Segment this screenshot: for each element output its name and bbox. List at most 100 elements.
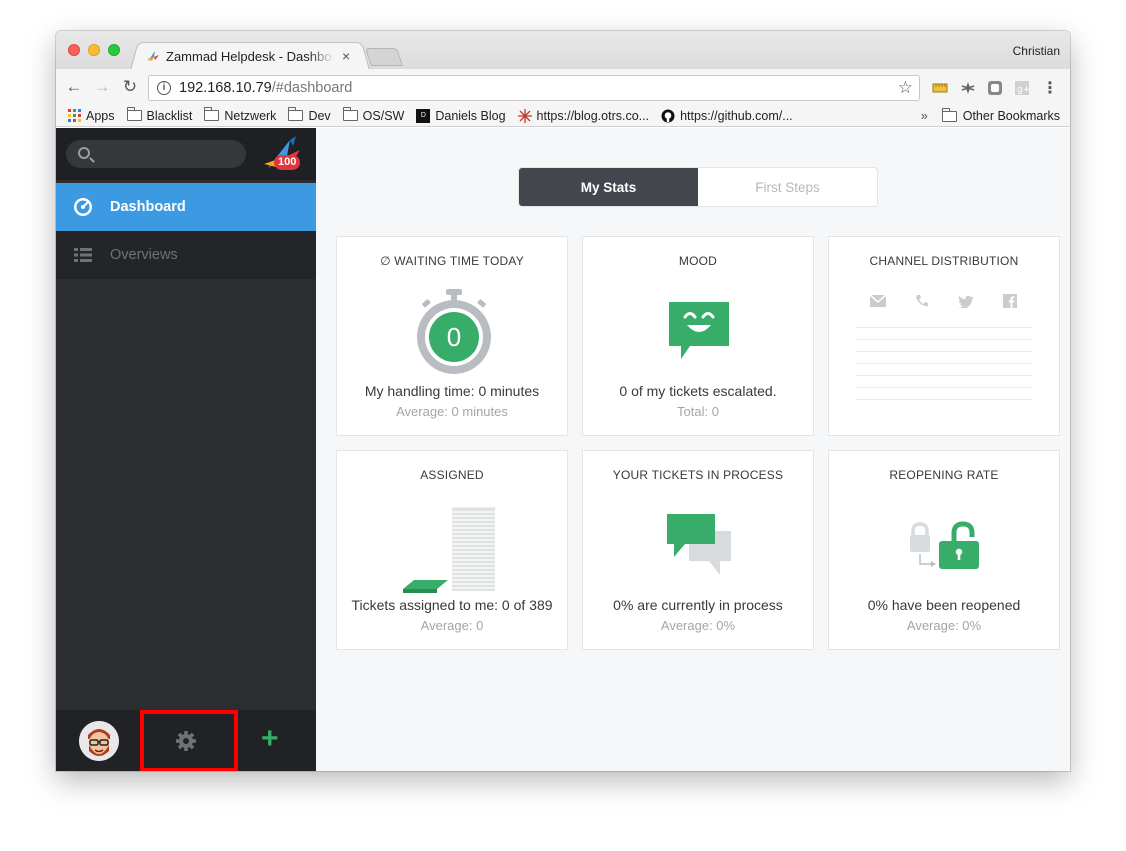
url-path: /#dashboard [271, 80, 353, 96]
stat-card-channel-distribution: CHANNEL DISTRIBUTION [828, 236, 1060, 436]
search-icon [78, 147, 90, 159]
card-sub-text: Average: 0 minutes [396, 404, 508, 419]
sidebar: 100 Dashboard Overviews + [56, 128, 316, 771]
card-title: REOPENING RATE [889, 468, 999, 482]
twitter-icon [958, 295, 974, 308]
card-sub-text: Average: 0 [420, 618, 484, 633]
bookmark-label: Netzwerk [224, 108, 277, 123]
folder-icon [126, 107, 142, 121]
new-ticket-plus-icon[interactable]: + [261, 724, 279, 754]
card-sub-text: Average: 0% [906, 618, 982, 633]
bookmarks-overflow-icon[interactable]: » [921, 109, 928, 123]
dashboard-tabs: My Stats First Steps [518, 167, 878, 207]
card-main-text: My handling time: 0 minutes [364, 383, 540, 399]
folder-icon [288, 107, 304, 121]
bookmark-dev[interactable]: Dev [288, 107, 331, 123]
zoom-window-button[interactable] [108, 44, 120, 56]
other-bookmarks[interactable]: Other Bookmarks [963, 109, 1060, 123]
minimize-window-button[interactable] [88, 44, 100, 56]
conversation-icon [667, 514, 731, 575]
extension-shield-icon[interactable] [987, 80, 1003, 96]
stat-card-waiting-time: ∅ WAITING TIME TODAY 0 My handling time:… [336, 236, 568, 436]
site-info-icon[interactable]: i [157, 81, 171, 95]
reopen-lock-icon [910, 521, 979, 569]
avatar-face-icon [79, 721, 119, 761]
bookmark-label: Daniels Blog [435, 108, 506, 123]
forward-icon[interactable]: → [92, 77, 112, 97]
blog-favicon-icon: D [416, 108, 431, 123]
bookmark-label: Apps [86, 108, 115, 123]
new-tab-button[interactable] [365, 48, 403, 66]
address-bar[interactable]: i 192.168.10.79 /#dashboard ☆ [148, 75, 920, 101]
folder-icon [342, 107, 358, 121]
apps-grid-icon [68, 109, 81, 122]
folder-icon [204, 107, 220, 121]
sidebar-item-dashboard[interactable]: Dashboard [56, 183, 316, 231]
close-window-button[interactable] [68, 44, 80, 56]
avatar[interactable] [79, 721, 119, 761]
bookmark-star-icon[interactable]: ☆ [898, 78, 913, 98]
folder-icon [941, 107, 957, 122]
svg-text:g+: g+ [1017, 85, 1030, 95]
tab-first-steps[interactable]: First Steps [698, 168, 877, 206]
github-icon [661, 109, 675, 122]
card-title: CHANNEL DISTRIBUTION [869, 254, 1019, 268]
bookmark-blacklist[interactable]: Blacklist [126, 107, 193, 123]
browser-tab-content[interactable]: Zammad Helpdesk - Dashboard × [146, 46, 350, 66]
sidebar-item-overviews[interactable]: Overviews [56, 231, 316, 279]
card-title: YOUR TICKETS IN PROCESS [612, 468, 784, 482]
reload-icon[interactable]: ↻ [120, 77, 140, 97]
card-main-text: 0% have been reopened [867, 597, 1021, 613]
bookmark-netzwerk[interactable]: Netzwerk [204, 107, 277, 123]
close-tab-icon[interactable]: × [342, 48, 350, 64]
sidebar-item-label: Overviews [110, 247, 178, 263]
url-host: 192.168.10.79 [179, 80, 272, 96]
bookmark-label: Blacklist [146, 108, 193, 123]
channel-distribution-lines [856, 327, 1032, 401]
tab-my-stats[interactable]: My Stats [519, 168, 698, 206]
list-icon [74, 248, 92, 262]
extension-ruler-icon[interactable] [932, 80, 948, 96]
bookmark-otrs-blog[interactable]: https://blog.otrs.co... [517, 108, 650, 123]
stat-card-tickets-in-process: YOUR TICKETS IN PROCESS 0% are currently… [582, 450, 814, 650]
gear-icon[interactable] [175, 730, 197, 752]
email-icon [870, 295, 886, 307]
mood-chat-icon [669, 302, 729, 359]
waiting-time-value: 0 [446, 322, 462, 352]
card-title: MOOD [678, 254, 718, 268]
bookmark-github[interactable]: https://github.com/... [661, 109, 793, 123]
stat-card-assigned: ASSIGNED Tickets assigned to me: 0 of 38… [336, 450, 568, 650]
ticket-stack-icon [403, 507, 497, 593]
bookmark-daniels-blog[interactable]: D Daniels Blog [416, 108, 506, 123]
notification-badge[interactable]: 100 [274, 155, 301, 170]
bookmark-label: https://github.com/... [680, 108, 793, 123]
bookmark-apps[interactable]: Apps [68, 109, 115, 123]
stat-card-reopening-rate: REOPENING RATE 0% have been reopened Ave… [828, 450, 1060, 650]
bookmarks-bar: Apps Blacklist Netzwerk Dev OS/SW D Dani… [56, 105, 1070, 127]
bookmark-os-sw[interactable]: OS/SW [342, 107, 405, 123]
phone-icon [916, 295, 928, 307]
tab-title: Zammad Helpdesk - Dashboard [166, 48, 334, 64]
browser-toolbar: ← → ↻ i 192.168.10.79 /#dashboard ☆ g+ ⋮ [56, 69, 1070, 105]
back-icon[interactable]: ← [64, 77, 84, 97]
browser-window: Zammad Helpdesk - Dashboard × Christian … [56, 31, 1070, 771]
extension-google-icon[interactable]: g+ [1014, 80, 1030, 96]
browser-titlebar: Zammad Helpdesk - Dashboard × Christian [56, 31, 1070, 70]
dashboard-icon [74, 198, 92, 216]
browser-menu-icon[interactable]: ⋮ [1042, 78, 1058, 98]
card-sub-text: Average: 0% [660, 618, 736, 633]
card-title: ASSIGNED [420, 468, 484, 482]
sidebar-item-label: Dashboard [110, 199, 186, 215]
card-sub-text: Total: 0 [677, 404, 719, 419]
zammad-app: 100 Dashboard Overviews + My Stats First… [56, 128, 1070, 771]
extension-fly-icon[interactable] [960, 80, 976, 96]
profile-name[interactable]: Christian [1013, 44, 1060, 58]
card-main-text: 0% are currently in process [613, 597, 783, 613]
sidebar-search-row: 100 [56, 128, 316, 180]
bookmark-label: https://blog.otrs.co... [536, 108, 650, 123]
zammad-favicon-icon [147, 51, 159, 61]
search-input[interactable] [66, 140, 246, 168]
bookmark-label: Dev [308, 108, 331, 123]
bookmark-label: OS/SW [362, 108, 405, 123]
stat-card-mood: MOOD 0 of my tickets escalated. Total: 0 [582, 236, 814, 436]
